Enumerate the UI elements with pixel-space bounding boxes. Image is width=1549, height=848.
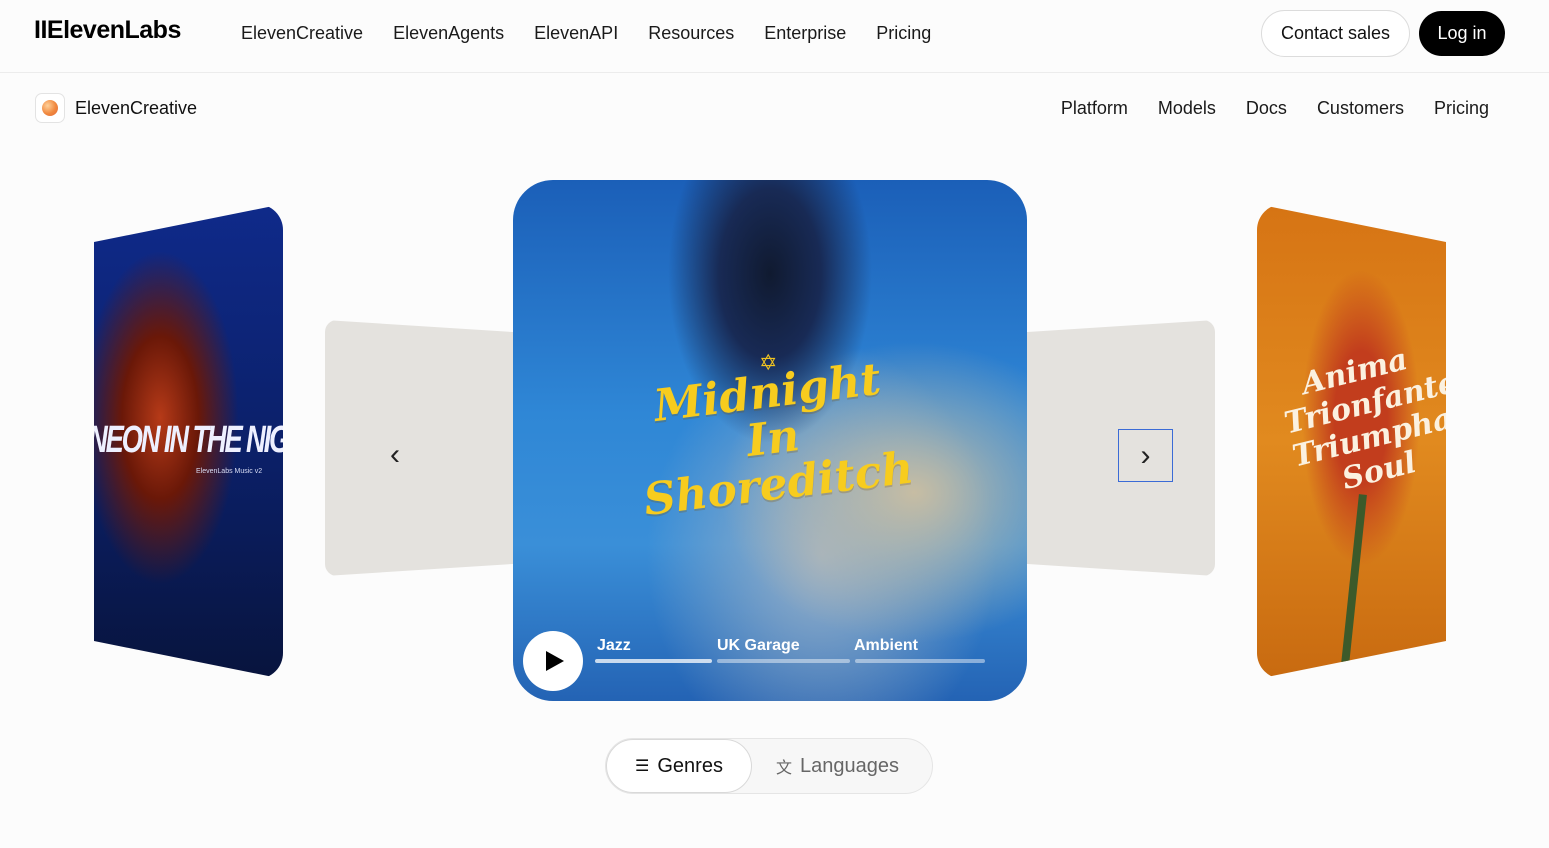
album-main-title: Midnight In Shoreditch: [616, 352, 931, 526]
subnav-models[interactable]: Models: [1158, 98, 1216, 119]
play-button[interactable]: [523, 631, 583, 691]
nav-elevencreative[interactable]: ElevenCreative: [241, 23, 363, 44]
category-toggle: ☰ Genres 文 Languages: [605, 738, 933, 794]
subnav-customers[interactable]: Customers: [1317, 98, 1404, 119]
tab-progress-ambient: [855, 659, 985, 663]
subnav-pricing[interactable]: Pricing: [1434, 98, 1489, 119]
tab-ambient[interactable]: Ambient: [854, 637, 918, 655]
carousel-panel-right: [1015, 320, 1215, 576]
album-left-subtitle: ElevenLabs Music v2: [196, 468, 263, 475]
chevron-left-icon: ‹: [390, 438, 400, 471]
tab-uk-garage[interactable]: UK Garage: [717, 637, 800, 655]
album-card-right[interactable]: Anima Trionfante Triumphant Soul: [1257, 204, 1446, 679]
orb-icon: [35, 93, 65, 123]
subbrand-label: ElevenCreative: [75, 97, 198, 118]
sub-nav: Platform Models Docs Customers Pricing: [1061, 98, 1489, 119]
play-icon: [546, 651, 564, 671]
tab-jazz[interactable]: Jazz: [597, 637, 631, 655]
album-card-main[interactable]: ✡ Midnight In Shoreditch Jazz UK Garage …: [513, 180, 1027, 701]
toggle-languages-label: Languages: [800, 754, 899, 777]
subnav-docs[interactable]: Docs: [1246, 98, 1287, 119]
toggle-genres-label: Genres: [657, 754, 723, 777]
tab-progress-jazz: [595, 659, 712, 663]
main-nav: ElevenCreative ElevenAgents ElevenAPI Re…: [241, 23, 931, 44]
translate-icon: 文: [776, 760, 793, 777]
album-left-title: NEON IN THE NIGHT: [94, 419, 283, 461]
contact-sales-button[interactable]: Contact sales: [1261, 10, 1410, 57]
carousel-next-button[interactable]: ›: [1118, 429, 1173, 482]
nav-elevenapi[interactable]: ElevenAPI: [534, 23, 618, 44]
music-list-icon: ☰: [635, 758, 650, 775]
lily-stem: [1339, 494, 1367, 679]
nav-pricing[interactable]: Pricing: [876, 23, 931, 44]
login-button[interactable]: Log in: [1419, 11, 1505, 56]
subnav-platform[interactable]: Platform: [1061, 98, 1128, 119]
chevron-right-icon: ›: [1140, 438, 1151, 472]
nav-elevenagents[interactable]: ElevenAgents: [393, 23, 504, 44]
tab-progress-uk-garage: [717, 659, 850, 663]
carousel-prev-button[interactable]: ‹: [372, 429, 418, 481]
toggle-genres[interactable]: ☰ Genres: [606, 739, 752, 793]
carousel-panel-left: [325, 320, 525, 576]
top-navbar: IIElevenLabs ElevenCreative ElevenAgents…: [0, 0, 1549, 73]
album-right-title: Anima Trionfante Triumphant Soul: [1280, 342, 1446, 498]
subbrand[interactable]: ElevenCreative: [35, 93, 197, 123]
toggle-languages[interactable]: 文 Languages: [776, 739, 899, 793]
nav-enterprise[interactable]: Enterprise: [764, 23, 846, 44]
elevenlabs-logo[interactable]: IIElevenLabs: [34, 16, 181, 45]
nav-resources[interactable]: Resources: [648, 23, 734, 44]
album-card-left[interactable]: NEON IN THE NIGHT ElevenLabs Music v2: [94, 204, 283, 679]
